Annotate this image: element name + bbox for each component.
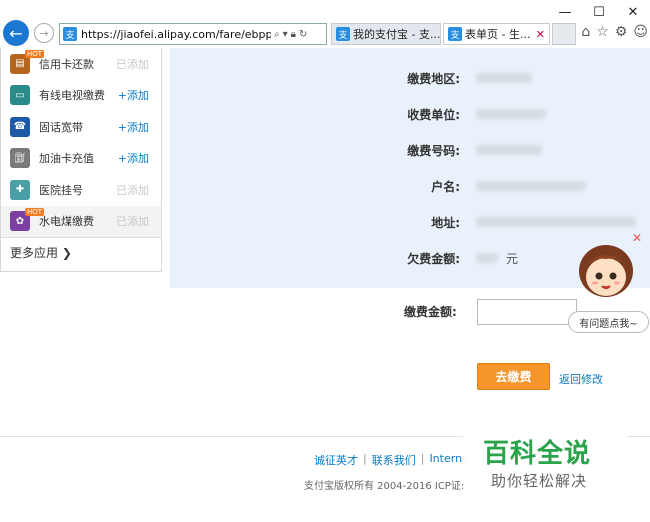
sidebar-item-telephone[interactable]: ☎ 固话宽带 +添加 <box>1 111 161 143</box>
footer-link-contact[interactable]: 联系我们 <box>372 452 416 468</box>
info-row-address: 地址: <box>170 212 650 232</box>
alipay-favicon-icon: 支 <box>336 27 350 41</box>
home-icon[interactable]: ⌂ <box>581 24 590 40</box>
search-icon[interactable]: ⌕ <box>274 29 280 40</box>
back-modify-link[interactable]: 返回修改 <box>559 371 603 387</box>
sidebar-item-hospital[interactable]: ✚ 医院挂号 已添加 <box>1 174 161 206</box>
back-button[interactable]: ← <box>3 20 29 46</box>
redacted-value <box>476 109 546 119</box>
redacted-value <box>476 217 636 227</box>
url-text[interactable]: https://jiaofei.alipay.com/fare/ebppCh <box>81 28 271 41</box>
helper-mascot-avatar[interactable] <box>575 241 637 303</box>
info-row-account-number: 缴费号码: <box>170 140 650 160</box>
add-button[interactable]: +添加 <box>118 119 149 135</box>
added-status: 已添加 <box>116 57 149 71</box>
refresh-icon[interactable]: ↻ <box>299 29 307 40</box>
more-apps-link[interactable]: 更多应用 ❯ <box>1 237 161 267</box>
info-row-company: 收费单位: <box>170 104 650 124</box>
star-icon[interactable]: ☆ <box>596 24 609 40</box>
tab-label: 表单页 - 生... <box>465 28 531 41</box>
footer-link-careers[interactable]: 诚征英才 <box>314 452 358 468</box>
sidebar-item-cable-tv[interactable]: ▭ 有线电视缴费 +添加 <box>1 80 161 112</box>
browser-chrome: — ☐ ✕ ← → 支 https://jiaofei.alipay.com/f… <box>0 0 650 48</box>
forward-button[interactable]: → <box>34 23 54 43</box>
sidebar-item-label: 信用卡还款 <box>39 57 94 71</box>
sidebar-item-utilities[interactable]: ✿ HOT 水电煤缴费 已添加 <box>1 205 161 237</box>
info-row-name: 户名: <box>170 176 650 196</box>
gear-icon[interactable]: ⚙ <box>615 24 628 40</box>
add-button[interactable]: +添加 <box>118 87 149 103</box>
service-sidebar: ▤ HOT 信用卡还款 已添加 ▭ 有线电视缴费 +添加 ☎ 固话宽带 +添加 … <box>0 48 162 272</box>
pay-button[interactable]: 去缴费 <box>477 363 550 390</box>
copyright-text: 支付宝版权所有 2004-2016 ICP证: <box>304 481 465 492</box>
tab-form-page[interactable]: 支 表单页 - 生... ✕ <box>443 23 550 45</box>
payment-amount-label: 缴费金额: <box>404 305 457 319</box>
field-label: 欠费金额: <box>407 251 460 266</box>
smiley-icon[interactable]: ☺ <box>633 24 648 40</box>
close-window-button[interactable]: ✕ <box>616 0 650 24</box>
sidebar-item-fuel-card[interactable]: ⛽︎ 加油卡充值 +添加 <box>1 143 161 175</box>
watermark-title: 百科全说 <box>483 439 592 469</box>
field-label: 地址: <box>431 215 460 230</box>
telephone-icon: ☎ <box>10 116 30 137</box>
info-row-region: 缴费地区: <box>170 68 650 88</box>
dropdown-icon[interactable]: ▾ <box>283 29 288 40</box>
redacted-value <box>476 253 498 263</box>
redacted-value <box>476 181 586 191</box>
close-tab-icon[interactable]: ✕ <box>536 28 545 41</box>
hot-badge: HOT <box>25 50 45 58</box>
redacted-value <box>476 145 542 155</box>
footer-separator: | <box>420 452 425 465</box>
lock-icon[interactable]: 🔒︎ <box>291 29 296 40</box>
new-tab-button[interactable] <box>552 23 576 45</box>
helper-bubble[interactable]: 有问题点我~ <box>568 311 649 333</box>
tv-icon: ▭ <box>10 85 30 106</box>
tab-my-alipay[interactable]: 支 我的支付宝 - 支... <box>331 23 441 45</box>
maximize-button[interactable]: ☐ <box>582 0 616 24</box>
added-status: 已添加 <box>116 183 149 197</box>
sidebar-item-label: 固话宽带 <box>39 120 83 134</box>
address-bar[interactable]: 支 https://jiaofei.alipay.com/fare/ebppCh… <box>59 23 327 45</box>
added-status: 已添加 <box>116 215 149 229</box>
field-label: 收费单位: <box>407 107 460 122</box>
add-button[interactable]: +添加 <box>118 150 149 166</box>
payment-amount-input[interactable] <box>477 299 577 325</box>
field-label: 缴费号码: <box>407 143 460 158</box>
sidebar-item-label: 加油卡充值 <box>39 152 94 166</box>
sidebar-item-label: 水电煤缴费 <box>39 215 94 229</box>
currency-unit: 元 <box>506 251 519 266</box>
sidebar-item-label: 医院挂号 <box>39 183 83 197</box>
minimize-button[interactable]: — <box>548 0 582 24</box>
fuel-icon: ⛽︎ <box>10 148 30 169</box>
footer-links: 诚征英才 | 联系我们 | Interna <box>314 452 469 468</box>
redacted-value <box>476 73 532 83</box>
sidebar-item-label: 有线电视缴费 <box>39 89 105 103</box>
arrow-left-icon: ← <box>9 23 23 43</box>
footer-separator: | <box>363 452 367 465</box>
field-label: 缴费地区: <box>407 71 460 86</box>
arrow-right-icon: → <box>39 26 49 40</box>
window-controls: — ☐ ✕ <box>548 0 650 24</box>
alipay-favicon-icon: 支 <box>448 27 462 41</box>
hot-badge: HOT <box>25 207 45 216</box>
field-label: 户名: <box>431 179 460 194</box>
watermark-subtitle: 助你轻松解决 <box>491 472 588 490</box>
alipay-favicon-icon: 支 <box>63 27 77 41</box>
hospital-icon: ✚ <box>10 179 30 200</box>
sidebar-item-credit-card[interactable]: ▤ HOT 信用卡还款 已添加 <box>1 48 161 80</box>
watermark: 百科全说 助你轻松解决 <box>463 430 627 496</box>
tab-label: 我的支付宝 - 支... <box>353 28 441 41</box>
